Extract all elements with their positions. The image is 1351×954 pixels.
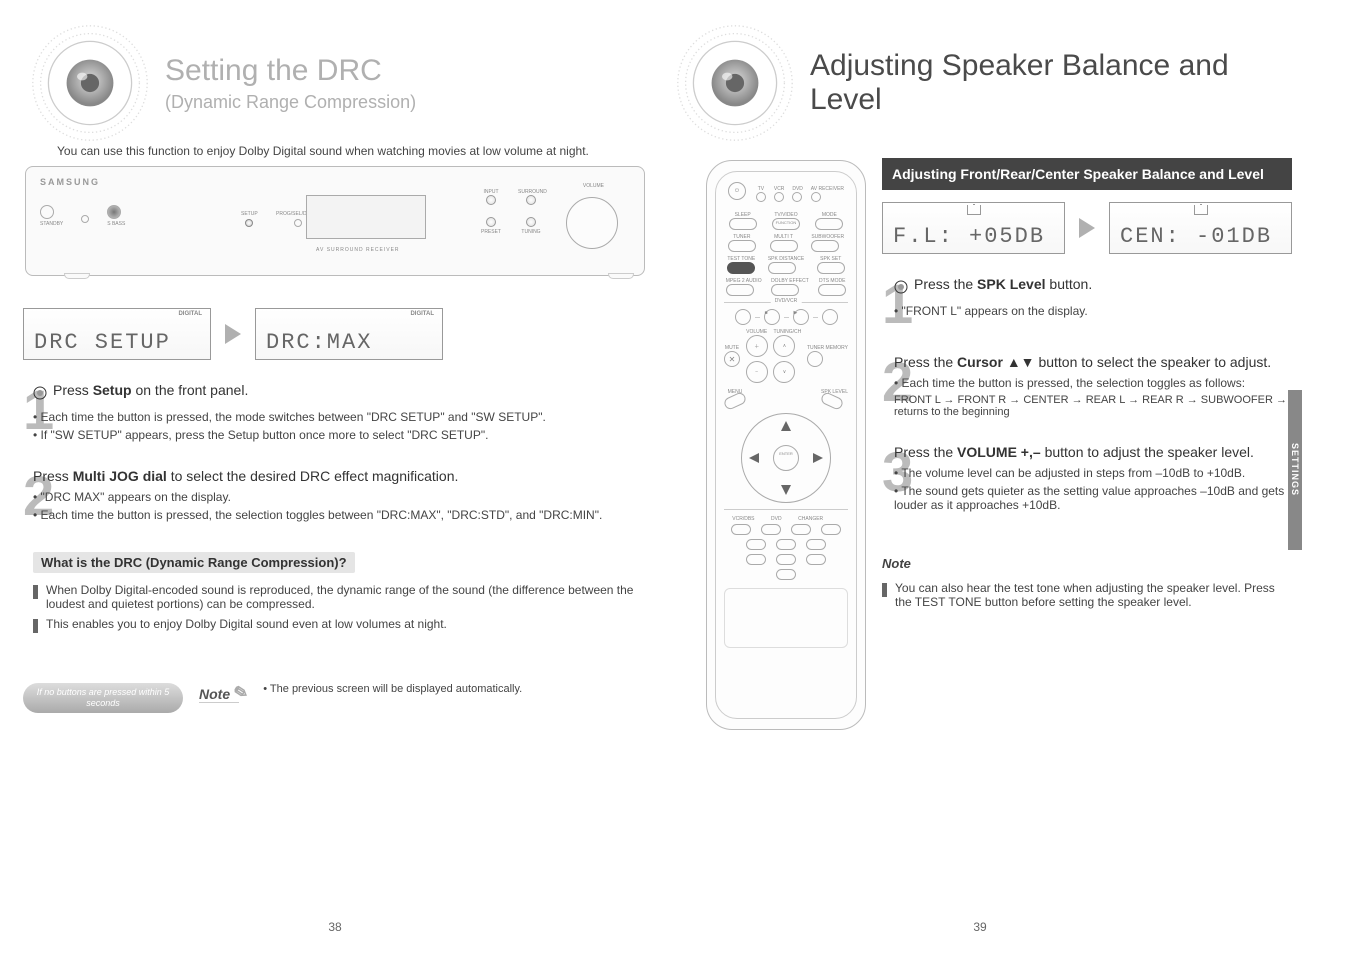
step-1: 1 Press the SPK Level button. • "FRONT L… <box>882 276 1292 332</box>
section-header: Adjusting Front/Rear/Center Speaker Bala… <box>882 158 1292 190</box>
step-2: 2 Press the Cursor ▲▼ button to select t… <box>882 354 1292 422</box>
title-row: Setting the DRC (Dynamic Range Compressi… <box>25 18 645 148</box>
receiver-illustration: SAMSUNG STANDBY S BASS SETUP PROG/SEL/DR… <box>25 166 645 276</box>
vfd2-text: CEN: -01DB <box>1120 224 1272 249</box>
segment-icon <box>1194 205 1208 215</box>
bar-icon <box>33 585 38 599</box>
vfd-display-2: DIGITAL DRC:MAX <box>255 308 443 360</box>
segment-icon <box>967 205 981 215</box>
brand-label: SAMSUNG <box>40 177 630 187</box>
note-title: Note <box>882 556 1292 571</box>
note-row: If no buttons are pressed within 5 secon… <box>23 683 643 713</box>
page-number: 39 <box>973 920 986 934</box>
arrow-right-icon <box>225 324 241 344</box>
vfd-display-1: DIGITAL DRC SETUP <box>23 308 211 360</box>
up-down-arrow-icon: ▲▼ <box>1007 354 1035 370</box>
volume-dial-icon <box>566 197 618 249</box>
prev-icon <box>735 309 751 325</box>
step-1: 1 Press Setup on the front panel. • Each… <box>23 382 643 446</box>
bar-icon <box>33 619 38 633</box>
speaker-icon <box>25 18 155 148</box>
title-main: Adjusting Speaker Balance and Level <box>810 49 1229 116</box>
step-2: 2 Press Multi JOG dial to select the des… <box>23 468 643 526</box>
volume-up-icon: ＋ <box>746 335 768 357</box>
drc-highlight-title: What is the DRC (Dynamic Range Compressi… <box>33 552 355 573</box>
side-tab: SETTINGS <box>1288 390 1302 550</box>
next-icon <box>822 309 838 325</box>
bar-icon <box>882 583 887 597</box>
power-icon: ⏻ <box>728 182 746 200</box>
vfd-display-2: CEN: -01DB <box>1109 202 1292 254</box>
page-title: Adjusting Speaker Balance and Level <box>810 49 1290 117</box>
page-number: 38 <box>328 920 341 934</box>
title-row: Adjusting Speaker Balance and Level <box>670 18 1290 148</box>
cursor-nav-icon: ENTER <box>741 413 831 503</box>
remote-illustration: ⏻ TV VCR DVD AV RECEIVER SLEEP TV/VIDEOF… <box>706 160 866 730</box>
left-body: DIGITAL DRC SETUP DIGITAL DRC:MAX 1 Pres… <box>23 300 643 713</box>
arrow-right-icon <box>1079 218 1095 238</box>
title-main: Setting the DRC <box>165 54 382 87</box>
play-pause-icon: ▶ <box>793 309 809 325</box>
note-icon: Note✎ <box>199 683 247 703</box>
page-right: Adjusting Speaker Balance and Level ⏻ TV… <box>660 0 1300 940</box>
note-text: • The previous screen will be displayed … <box>263 683 522 695</box>
page-left: Setting the DRC (Dynamic Range Compressi… <box>15 0 655 940</box>
drc-highlight-list: When Dolby Digital-encoded sound is repr… <box>33 583 643 633</box>
channel-up-icon: ∧ <box>773 335 795 357</box>
speaker-icon <box>670 18 800 148</box>
vfd-display-1: F.L: +05DB <box>882 202 1065 254</box>
title-sub: (Dynamic Range Compression) <box>165 92 416 113</box>
step-3: 3 Press the VOLUME +,– button to adjust … <box>882 444 1292 516</box>
volume-down-icon: − <box>746 361 768 383</box>
stop-icon: ■ <box>764 309 780 325</box>
knob-icon <box>33 386 47 400</box>
note-pill: If no buttons are pressed within 5 secon… <box>23 683 183 713</box>
page-title: Setting the DRC (Dynamic Range Compressi… <box>165 54 416 113</box>
vfd2-text: DRC:MAX <box>266 330 372 355</box>
channel-down-icon: ∨ <box>773 361 795 383</box>
vfd1-text: DRC SETUP <box>34 330 171 355</box>
knob-icon <box>894 280 908 294</box>
note-block: Note You can also hear the test tone whe… <box>882 556 1292 609</box>
vfd1-text: F.L: +05DB <box>893 224 1045 249</box>
right-body: Adjusting Front/Rear/Center Speaker Bala… <box>882 156 1292 615</box>
